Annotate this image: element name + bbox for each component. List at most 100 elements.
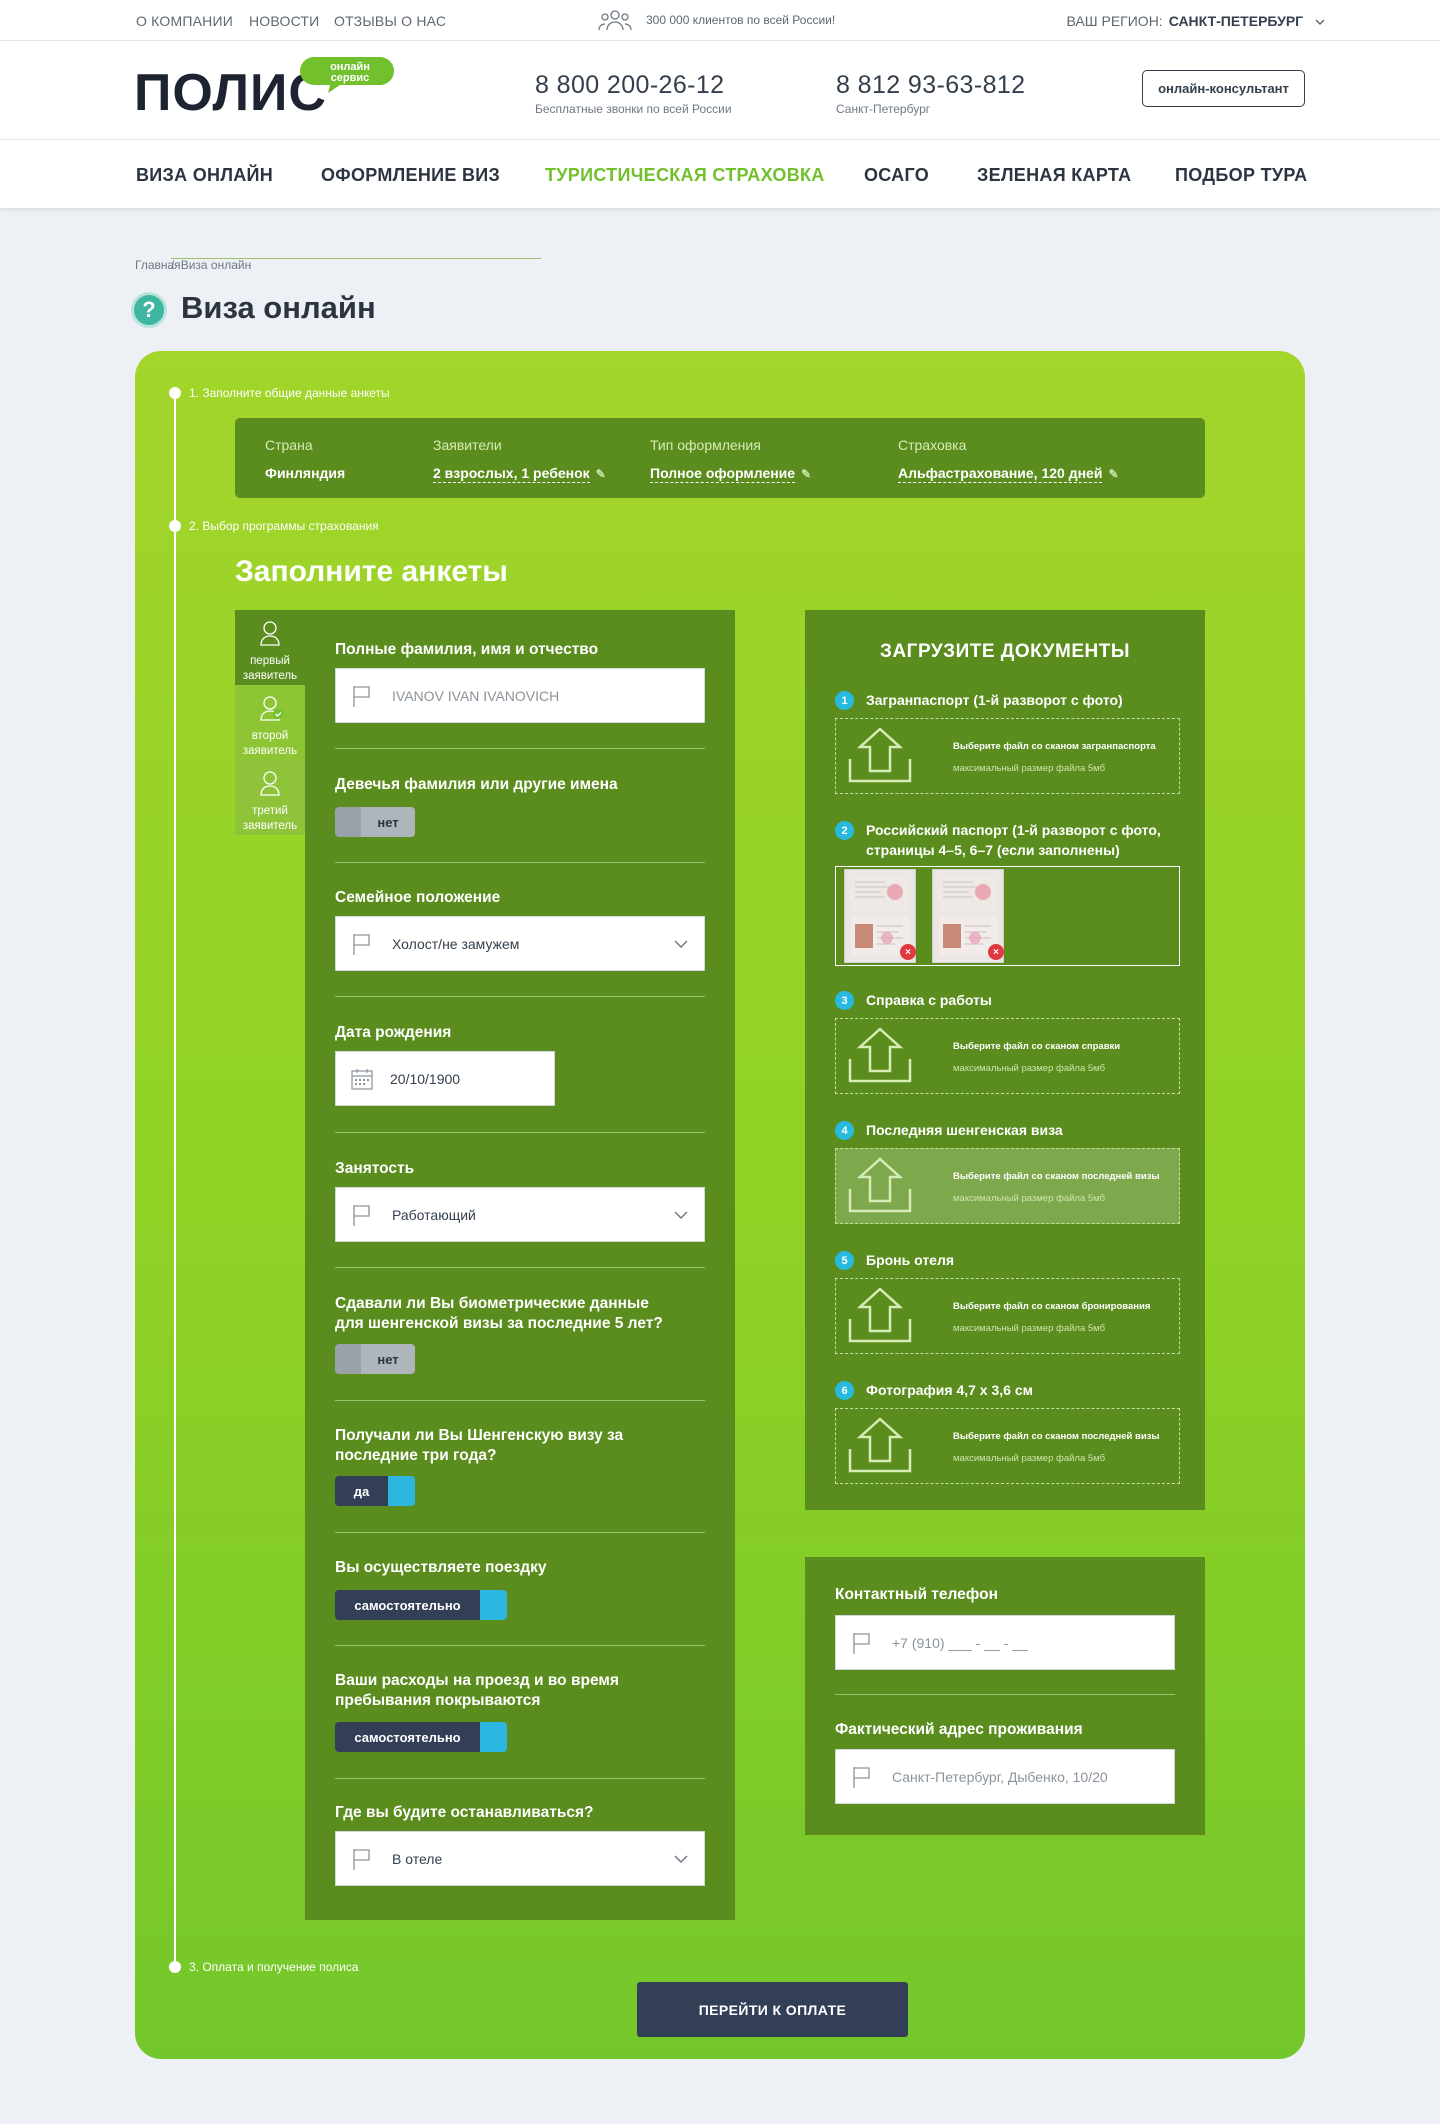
upload-icon xyxy=(848,1287,912,1343)
applicant-form: Полные фамилия, имя и отчество IVANOV IV… xyxy=(305,610,735,1920)
birth-date-label: Дата рождения xyxy=(335,1024,452,1041)
nav-item-osago[interactable]: ОСАГО xyxy=(864,165,929,186)
uploaded-files: × × xyxy=(835,866,1180,966)
marital-status-value: Холост/не замужем xyxy=(392,935,520,952)
region-selector[interactable]: Ваш регион: Санкт-Петербург xyxy=(1067,13,1325,29)
nav-item-green-card[interactable]: Зеленая карта xyxy=(977,165,1131,186)
remove-file-icon[interactable]: × xyxy=(900,944,916,960)
toggle-label: да xyxy=(335,1476,388,1506)
nav-link-reviews[interactable]: Отзывы о нас xyxy=(334,13,446,29)
help-icon[interactable]: ? xyxy=(131,292,167,328)
maiden-name-toggle[interactable]: нет xyxy=(335,807,415,837)
expenses-toggle[interactable]: самостоятельно xyxy=(335,1722,507,1752)
toggle-knob xyxy=(335,807,361,837)
edit-icon[interactable]: ✎ xyxy=(1108,467,1118,481)
nav-item-tour-selection[interactable]: Подбор тура xyxy=(1175,165,1307,186)
dropzone-foreign-passport[interactable]: Выберите файл со сканом загранпаспорта м… xyxy=(835,718,1180,794)
uploaded-file-thumbnail[interactable]: × xyxy=(844,869,916,963)
employment-label: Занятость xyxy=(335,1160,415,1177)
applicant-tab-label: заявитель xyxy=(242,745,298,757)
logo-text[interactable]: ПОЛИС xyxy=(134,67,327,119)
edit-icon[interactable]: ✎ xyxy=(801,467,811,481)
remove-file-icon[interactable]: × xyxy=(988,944,1004,960)
step-number: 5 xyxy=(835,1251,854,1270)
upload-item-photo: 6 Фотография 4,7 х 3,6 см xyxy=(835,1380,1180,1400)
trip-toggle[interactable]: самостоятельно xyxy=(335,1590,507,1620)
divider xyxy=(335,996,705,997)
online-consultant-button[interactable]: онлайн-консультант xyxy=(1142,70,1305,107)
toggle-knob xyxy=(388,1476,415,1506)
chevron-down-icon xyxy=(674,1210,688,1219)
dropzone-size-note: максимальный размер файла 5мб xyxy=(953,1323,1106,1334)
divider xyxy=(335,1645,705,1646)
edit-icon[interactable]: ✎ xyxy=(596,467,606,481)
calendar-icon xyxy=(351,1068,373,1090)
summary-value[interactable]: Альфастрахование, 120 дней xyxy=(898,465,1103,483)
employment-value: Работающий xyxy=(392,1206,476,1223)
phone-federal[interactable]: 8 800 200-26-12 Бесплатные звонки по все… xyxy=(535,71,732,116)
dropzone-hint: Выберите файл со сканом справки xyxy=(953,1041,1121,1052)
dropzone-work-certificate[interactable]: Выберите файл со сканом справки максимал… xyxy=(835,1018,1180,1094)
nav-item-travel-insurance[interactable]: Туристическая страховка xyxy=(545,165,825,186)
dropzone-size-note: максимальный размер файла 5мб xyxy=(953,763,1106,774)
schengen-toggle[interactable]: да xyxy=(335,1476,415,1506)
applicant-tab-label: заявитель xyxy=(242,670,298,682)
nav-item-visa-online[interactable]: Виза онлайн xyxy=(136,165,273,186)
chevron-down-icon xyxy=(674,939,688,948)
logo-badge: онлайн сервис xyxy=(330,61,370,84)
nav-link-news[interactable]: Новости xyxy=(249,13,319,29)
proceed-to-payment-button[interactable]: Перейти к оплате xyxy=(637,1982,908,2037)
applicant-tab-second[interactable]: второй заявитель xyxy=(235,685,305,760)
dropzone-hotel-booking[interactable]: Выберите файл со сканом бронирования мак… xyxy=(835,1278,1180,1354)
dropzone-photo[interactable]: Выберите файл со сканом последней визы м… xyxy=(835,1408,1180,1484)
breadcrumb-separator: / xyxy=(171,258,541,272)
marital-status-label: Семейное положение xyxy=(335,889,501,906)
fill-forms-heading: Заполните анкеты xyxy=(235,555,508,588)
divider xyxy=(335,1778,705,1779)
summary-applicants[interactable]: Заявители 2 взрослых, 1 ребенок ✎ xyxy=(433,437,606,483)
upload-icon xyxy=(848,1157,912,1213)
clients-text: 300 000 клиентов по всей России! xyxy=(646,13,836,27)
nav-link-about[interactable]: О компании xyxy=(136,13,233,29)
upload-title: Бронь отеля xyxy=(866,1252,955,1268)
birth-date-field[interactable]: 20/10/1900 xyxy=(335,1051,555,1106)
upload-item-work-certificate: 3 Справка с работы xyxy=(835,990,1180,1010)
summary-panel: Страна Финляндия Заявители 2 взрослых, 1… xyxy=(235,418,1205,498)
maiden-name-label: Девечья фамилия или другие имена xyxy=(335,776,618,793)
nav-item-visa-processing[interactable]: Оформление виз xyxy=(321,165,500,186)
summary-label: Страховка xyxy=(898,437,967,453)
summary-value[interactable]: Полное оформление xyxy=(650,465,796,483)
phone-spb[interactable]: 8 812 93-63-812 Санкт-Петербург xyxy=(836,71,1025,116)
upload-title: Фотография 4,7 х 3,6 см xyxy=(866,1382,1033,1398)
person-check-icon xyxy=(260,696,283,721)
accommodation-select[interactable]: В отеле xyxy=(335,1831,705,1886)
full-name-label: Полные фамилия, имя и отчество xyxy=(335,641,599,658)
step-label-1: 1. Заполните общие данные анкеты xyxy=(189,386,390,400)
summary-type[interactable]: Тип оформления Полное оформление ✎ xyxy=(650,437,811,483)
marital-status-select[interactable]: Холост/не замужем xyxy=(335,916,705,971)
full-name-field[interactable]: IVANOV IVAN IVANOVICH xyxy=(335,668,705,723)
summary-insurance[interactable]: Страховка Альфастрахование, 120 дней ✎ xyxy=(898,437,1119,483)
expenses-label: Ваши расходы на проезд и во время пребыв… xyxy=(335,1672,619,1709)
top-bar: О компании Новости Отзывы о нас 300 000 … xyxy=(0,0,1440,41)
toggle-knob xyxy=(480,1590,507,1620)
employment-select[interactable]: Работающий xyxy=(335,1187,705,1242)
applicant-tab-first[interactable]: первый заявитель xyxy=(235,610,305,685)
page-title: Виза онлайн xyxy=(181,290,376,325)
flag-icon xyxy=(353,1848,370,1870)
main-nav: Виза онлайн Оформление виз Туристическая… xyxy=(0,140,1440,208)
summary-value[interactable]: 2 взрослых, 1 ребенок xyxy=(433,465,590,483)
dropzone-hint: Выберите файл со сканом бронирования xyxy=(953,1301,1151,1312)
address-field[interactable]: Санкт-Петербург, Дыбенко, 10/20 xyxy=(835,1749,1175,1804)
person-icon xyxy=(260,771,280,796)
biometric-toggle[interactable]: нет xyxy=(335,1344,415,1374)
uploaded-file-thumbnail[interactable]: × xyxy=(932,869,1004,963)
summary-label: Страна xyxy=(265,437,313,453)
contact-phone-field[interactable]: +7 (910) ___ - __ - __ xyxy=(835,1615,1175,1670)
upload-title: Справка с работы xyxy=(866,992,992,1008)
flag-icon xyxy=(853,1766,870,1788)
applicant-tab-third[interactable]: третий заявитель xyxy=(235,760,305,835)
upload-icon xyxy=(848,1027,912,1083)
dropzone-schengen-visa[interactable]: Выберите файл со сканом последней визы м… xyxy=(835,1148,1180,1224)
address-value: Санкт-Петербург, Дыбенко, 10/20 xyxy=(892,1768,1108,1785)
